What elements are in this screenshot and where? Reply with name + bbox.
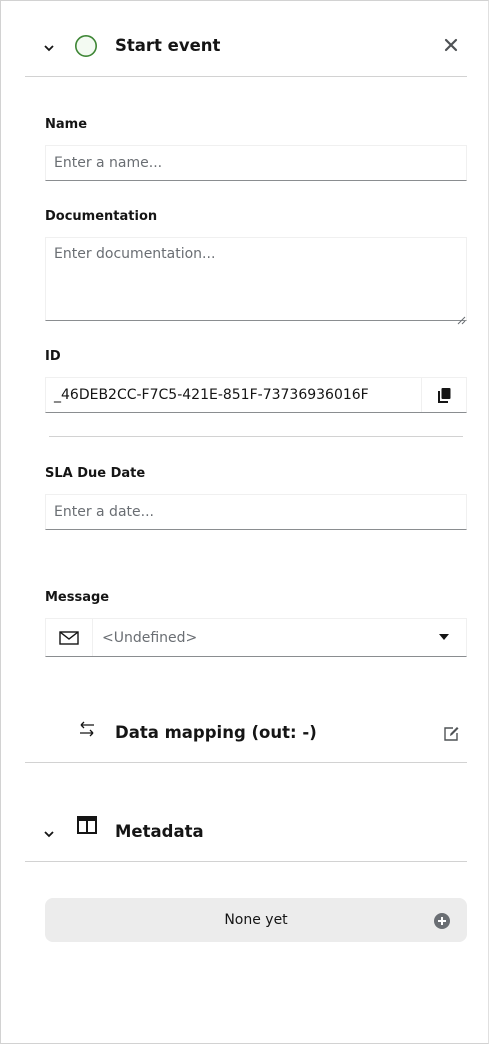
id-label: ID: [45, 349, 61, 364]
table-columns-icon: [77, 816, 97, 834]
resize-grip-icon[interactable]: [456, 310, 466, 325]
caret-down-icon: [439, 634, 449, 640]
swap-arrows-icon: [77, 721, 97, 737]
close-button[interactable]: [444, 37, 460, 53]
data-mapping-title[interactable]: Data mapping (out: -): [115, 723, 317, 743]
name-input[interactable]: [45, 145, 467, 181]
id-value: _46DEB2CC-F7C5-421E-851F-73736936016F: [54, 387, 369, 403]
sla-due-date-input[interactable]: [45, 494, 467, 530]
id-field: _46DEB2CC-F7C5-421E-851F-73736936016F: [45, 377, 467, 413]
sla-due-date-label: SLA Due Date: [45, 466, 146, 481]
header-divider: [25, 76, 467, 77]
add-metadata-button[interactable]: None yet: [45, 898, 467, 942]
plus-circle-icon: [434, 913, 450, 929]
start-event-icon: [74, 34, 98, 58]
metadata-collapse-toggle[interactable]: [43, 825, 57, 839]
metadata-title: Metadata: [115, 822, 204, 841]
envelope-icon: [59, 630, 79, 645]
documentation-label: Documentation: [45, 209, 158, 224]
properties-panel: Start event Name Documentation ID _46DEB…: [0, 0, 489, 1044]
header-collapse-toggle[interactable]: [43, 39, 57, 53]
edit-icon: [444, 727, 459, 741]
close-icon: [444, 38, 458, 52]
id-divider: [49, 436, 463, 437]
chevron-down-icon: [44, 45, 54, 52]
message-icon-box: [46, 619, 93, 656]
metadata-divider: [25, 861, 467, 862]
copy-id-button[interactable]: [421, 378, 467, 412]
metadata-empty-label: None yet: [224, 912, 288, 928]
message-select[interactable]: <Undefined>: [94, 619, 466, 656]
data-mapping-divider: [25, 762, 467, 763]
message-label: Message: [45, 590, 110, 605]
panel-title: Start event: [115, 36, 221, 55]
chevron-down-icon: [44, 831, 54, 838]
message-select-value: <Undefined>: [102, 630, 198, 646]
name-label: Name: [45, 117, 88, 132]
documentation-textarea[interactable]: [45, 237, 467, 321]
copy-icon: [437, 388, 450, 403]
edit-data-mapping-button[interactable]: [442, 725, 460, 743]
message-input-group: <Undefined>: [45, 618, 467, 657]
